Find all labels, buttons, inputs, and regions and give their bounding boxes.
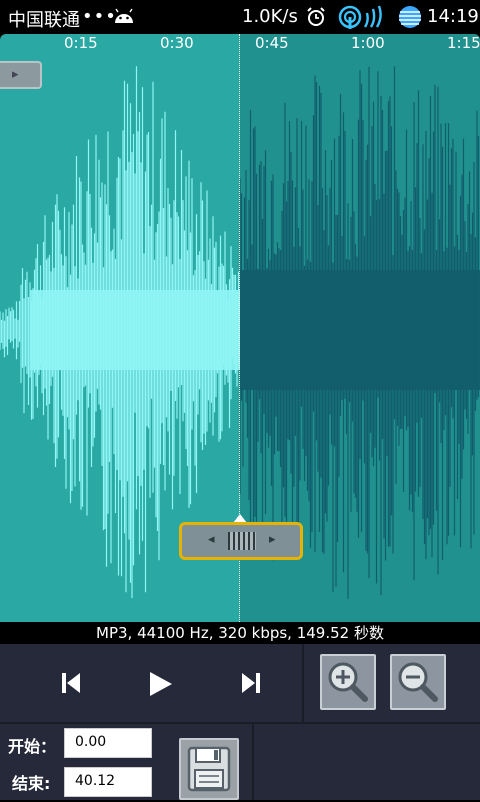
time-tick: 0:45 [255, 34, 289, 52]
divider [252, 722, 254, 800]
network-speed: 1.0K/s [242, 6, 298, 27]
zoom-in-button[interactable] [320, 654, 376, 710]
alarm-icon [307, 7, 325, 26]
notification-dots: ••• [82, 6, 117, 27]
divider [302, 644, 304, 722]
time-tick: 1:00 [351, 34, 385, 52]
play-icon[interactable] [148, 670, 174, 698]
controls-panel: 开始： 0.00 结束: 40.12 [0, 644, 480, 800]
carrier-name: 中国联通 [8, 10, 80, 31]
chevron-right-icon: ▸ [12, 67, 19, 82]
chevron-right-icon: ▸ [269, 532, 276, 547]
grip-icon [228, 532, 256, 550]
time-tick: 0:15 [64, 34, 98, 52]
start-marker-handle[interactable]: ▸ [0, 61, 42, 89]
end-time-field[interactable]: 40.12 [64, 767, 152, 797]
start-label: 开始： [8, 737, 57, 756]
att-globe-icon [399, 6, 421, 28]
zoom-out-button[interactable] [390, 654, 446, 710]
chevron-left-icon: ◂ [208, 532, 215, 547]
skip-next-icon[interactable] [240, 671, 262, 695]
clock: 14:19 [427, 6, 479, 27]
start-time-field[interactable]: 0.00 [64, 728, 152, 758]
divider [0, 722, 480, 724]
end-marker-handle[interactable]: ◂ ▸ [179, 522, 303, 560]
save-button[interactable] [179, 738, 239, 800]
save-icon [187, 746, 231, 792]
file-info: MP3, 44100 Hz, 320 kbps, 149.52 秒数 [0, 622, 480, 644]
android-icon [115, 8, 133, 23]
time-tick: 0:30 [160, 34, 194, 52]
end-label: 结束: [12, 774, 51, 793]
status-bar: 中国联通 ••• 1.0K/s 14:19 [0, 0, 480, 34]
zoom-out-icon [398, 662, 438, 702]
wifi-signal-icon [338, 5, 382, 29]
time-tick: 1:15 [447, 34, 480, 52]
zoom-in-icon [328, 662, 368, 702]
skip-previous-icon[interactable] [60, 671, 82, 695]
